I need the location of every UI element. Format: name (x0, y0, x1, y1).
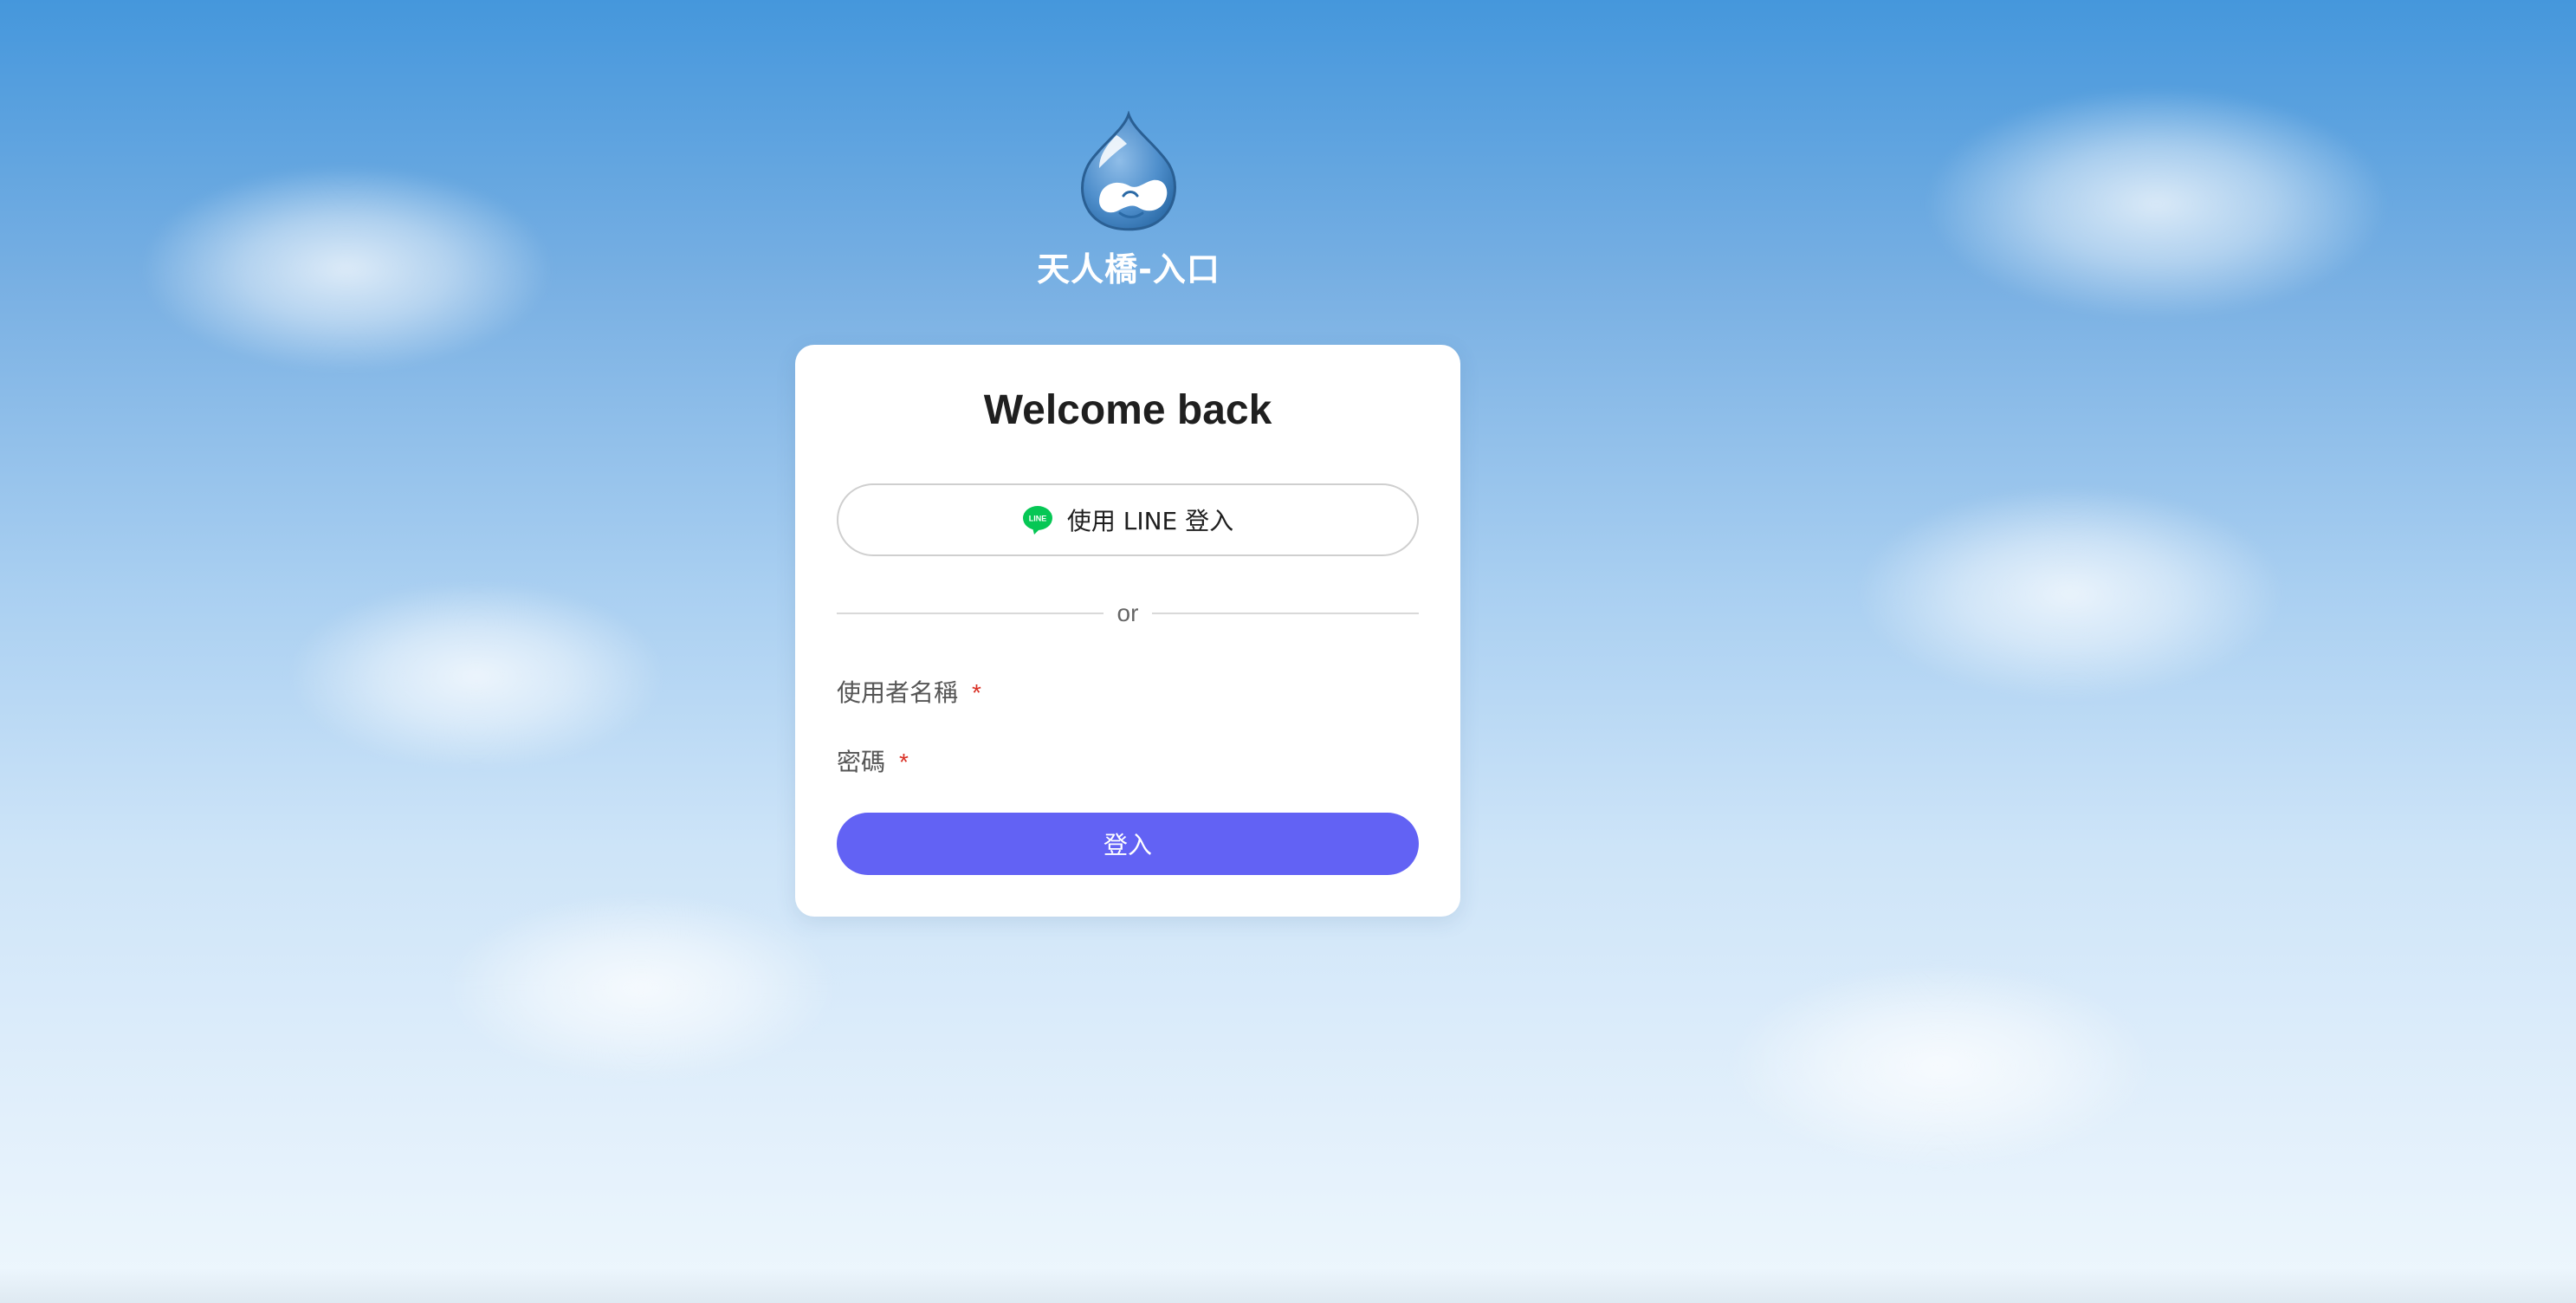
divider-text: or (1116, 600, 1139, 626)
password-field[interactable]: 密碼 * (837, 743, 909, 778)
cloud-decoration (442, 892, 840, 1083)
line-login-button[interactable]: LINE 使用 LINE 登入 (837, 483, 1419, 556)
bottom-shade (0, 1268, 2576, 1303)
cloud-decoration (139, 165, 554, 373)
cloud-decoration (286, 580, 667, 771)
brand-header: 天人橋-入口 (990, 111, 1267, 290)
divider-line-right (1152, 613, 1419, 614)
cloud-decoration (1724, 962, 2157, 1170)
cloud-decoration (1854, 485, 2287, 702)
required-mark: * (972, 679, 981, 706)
page-title: Welcome back (983, 387, 1272, 433)
password-label: 密碼 (837, 748, 886, 776)
username-field[interactable]: 使用者名稱 * (837, 674, 981, 709)
site-name: 天人橋-入口 (1037, 250, 1220, 288)
svg-text:LINE: LINE (1029, 515, 1047, 523)
divider-line-left (837, 613, 1104, 614)
drupal-drop-logo-icon[interactable] (1073, 111, 1184, 232)
required-mark: * (899, 749, 909, 775)
line-login-label: 使用 LINE 登入 (1066, 507, 1234, 535)
or-divider: or (837, 596, 1419, 631)
login-card: Welcome back LINE 使用 LINE 登入 or 使用者名稱 * 密… (795, 345, 1460, 917)
line-icon: LINE (1022, 506, 1052, 535)
login-submit-button[interactable]: 登入 (837, 813, 1419, 875)
cloud-decoration (1923, 87, 2391, 321)
username-label: 使用者名稱 (837, 678, 959, 707)
